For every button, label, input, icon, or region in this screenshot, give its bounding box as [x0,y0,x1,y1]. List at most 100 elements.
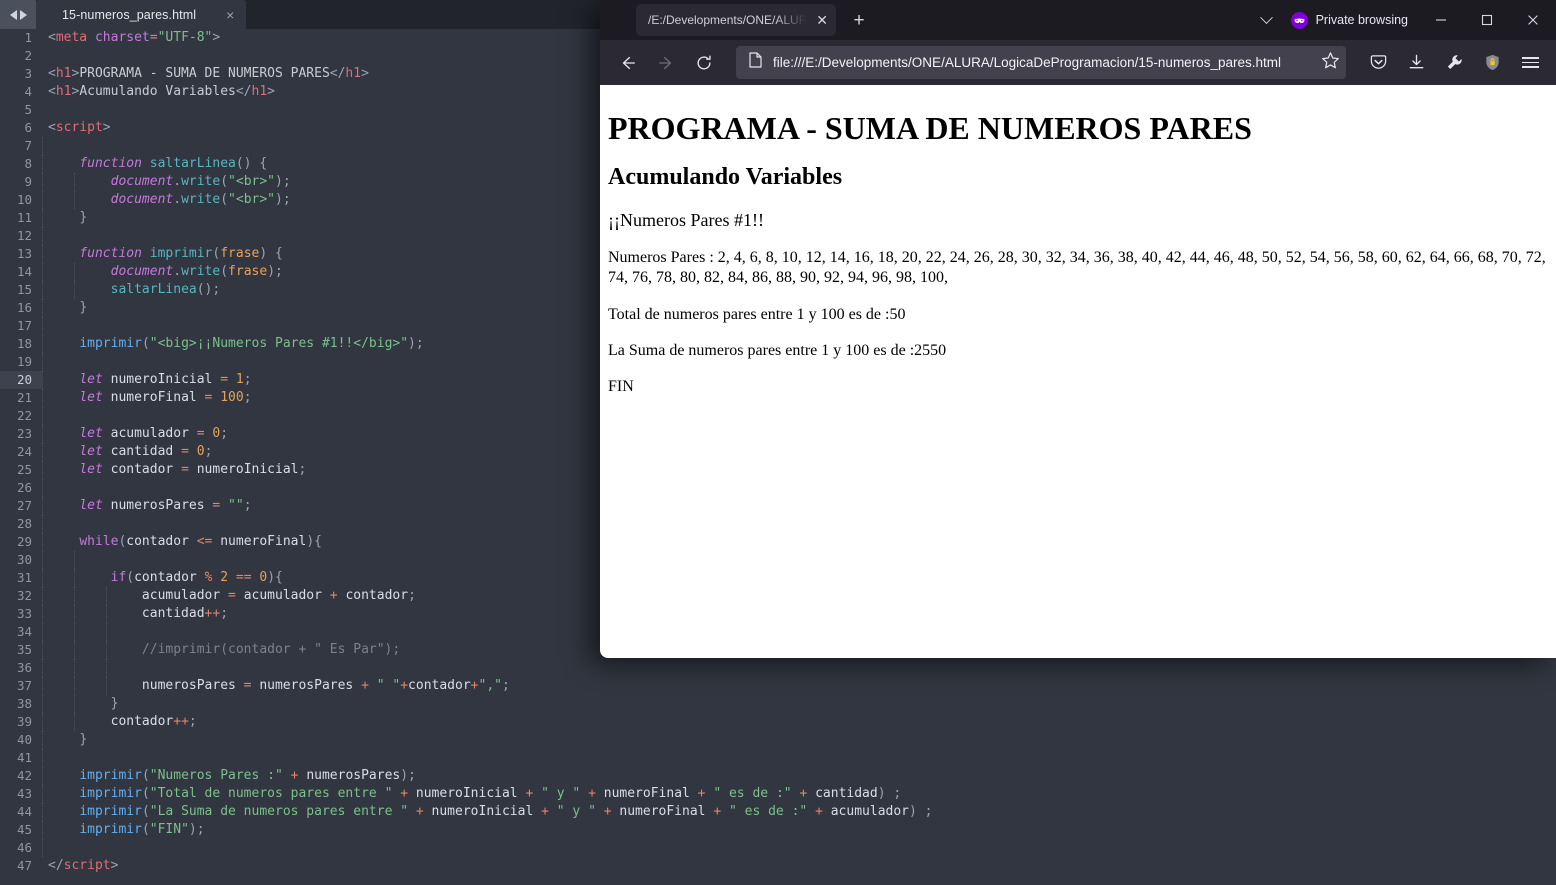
output-line-header: ¡¡Numeros Pares #1!! [608,209,764,230]
indent-guide [42,767,48,785]
line-number: 21 [16,390,32,405]
indent-guide [42,389,48,407]
code-line[interactable]: 38 } [0,695,1556,713]
arrow-right-icon[interactable] [648,46,684,80]
minimize-button[interactable] [1418,0,1464,40]
line-number: 8 [24,156,32,171]
code-text: numerosPares = numerosPares + " "+contad… [141,678,510,693]
indent-guide [42,821,48,839]
indent-guide [42,47,48,65]
editor-tab-file[interactable]: 15-numeros_pares.html × [36,0,247,29]
line-number: 22 [16,408,32,423]
line-number: 5 [24,102,32,117]
indent-guide [42,713,75,731]
new-tab-button[interactable]: + [844,5,874,35]
indent-guide [42,785,48,803]
code-text: imprimir("La Suma de numeros pares entre… [79,804,933,819]
indent-guide [42,137,48,155]
indent-guide [42,605,107,623]
triangle-left-icon[interactable] [9,9,17,20]
line-number: 45 [16,822,32,837]
tab-strip-right-controls: Private browsing [1247,0,1556,40]
line-number: 7 [24,138,32,153]
indent-guide [42,803,48,821]
code-text: contador++; [110,714,197,729]
code-line[interactable]: 42 imprimir("Numeros Pares :" + numerosP… [0,767,1556,785]
indent-guide [42,83,48,101]
indent-guide [42,623,107,641]
code-text: document.write("<br>"); [110,192,291,207]
triangle-right-icon[interactable] [19,9,27,20]
pocket-icon[interactable] [1360,46,1396,80]
url-bar[interactable]: file:///E:/Developments/ONE/ALURA/Logica… [736,46,1346,79]
editor-nav-arrows[interactable] [0,0,36,29]
wrench-icon[interactable] [1436,46,1472,80]
code-text: let numerosPares = ""; [79,498,252,513]
code-text: <h1>PROGRAMA - SUMA DE NUMEROS PARES</h1… [48,66,369,81]
line-number: 43 [16,786,32,801]
code-text: //imprimir(contador + " Es Par"); [141,642,401,657]
code-text: } [79,210,88,225]
shield-lock-icon[interactable] [1474,46,1510,80]
hamburger-menu-icon[interactable] [1512,46,1548,80]
code-text: <h1>Acumulando Variables</h1> [48,84,275,99]
code-text: } [79,300,88,315]
chevron-down-icon[interactable] [1247,0,1287,40]
code-text: let cantidad = 0; [79,444,213,459]
code-text: <meta charset="UTF-8"> [48,30,221,45]
line-number: 12 [16,228,32,243]
line-number: 33 [16,606,32,621]
line-number: 37 [16,678,32,693]
output-line-suma: La Suma de numeros pares entre 1 y 100 e… [608,342,947,360]
code-line[interactable]: 47 </script> [0,857,1556,875]
indent-guide [42,371,48,389]
indent-guide [42,299,48,317]
browser-tab-title: /E:/Developments/ONE/ALURA/LogicaDeProgr… [648,13,810,27]
code-text: acumulador = acumulador + contador; [141,588,416,603]
line-number: 10 [16,192,32,207]
code-line[interactable]: 40 } [0,731,1556,749]
indent-guide [42,173,75,191]
line-number: 20 [0,371,42,389]
line-number: 35 [16,642,32,657]
line-number: 13 [16,246,32,261]
mask-icon [1290,11,1308,29]
indent-guide [42,101,48,119]
code-text: if(contador % 2 == 0){ [110,570,283,585]
code-line[interactable]: 41 [0,749,1556,767]
code-line[interactable]: 44 imprimir("La Suma de numeros pares en… [0,803,1556,821]
arrow-left-icon[interactable] [610,46,646,80]
star-icon[interactable] [1321,51,1340,75]
code-line[interactable]: 37 numerosPares = numerosPares + " "+con… [0,677,1556,695]
close-icon[interactable]: × [226,8,234,22]
reload-icon[interactable] [686,46,722,80]
code-text: } [79,732,88,747]
browser-nav-bar: file:///E:/Developments/ONE/ALURA/Logica… [600,40,1556,85]
browser-tab-strip: /E:/Developments/ONE/ALURA/LogicaDeProgr… [600,0,1556,40]
code-line[interactable]: 39 contador++; [0,713,1556,731]
maximize-button[interactable] [1464,0,1510,40]
close-icon[interactable]: ✕ [814,13,830,27]
indent-guide [42,659,107,677]
code-text: } [110,696,119,711]
code-text: let contador = numeroInicial; [79,462,307,477]
code-line[interactable]: 46 [0,839,1556,857]
code-line[interactable]: 43 imprimir("Total de numeros pares entr… [0,785,1556,803]
line-number: 44 [16,804,32,819]
line-number: 3 [24,66,32,81]
indent-guide [42,263,75,281]
url-input[interactable]: file:///E:/Developments/ONE/ALURA/Logica… [773,55,1311,70]
close-button[interactable] [1510,0,1556,40]
code-text: imprimir("Total de numeros pares entre "… [79,786,902,801]
code-text: imprimir("<big>¡¡Numeros Pares #1!!</big… [79,336,424,351]
indent-guide [42,461,48,479]
code-text: document.write("<br>"); [110,174,291,189]
indent-guide [42,515,48,533]
code-line[interactable]: 36 [0,659,1556,677]
download-icon[interactable] [1398,46,1434,80]
line-number: 27 [16,498,32,513]
browser-tab[interactable]: /E:/Developments/ONE/ALURA/LogicaDeProgr… [636,4,836,36]
code-text: </script> [48,858,119,873]
indent-guide [42,677,107,695]
code-line[interactable]: 45 imprimir("FIN"); [0,821,1556,839]
